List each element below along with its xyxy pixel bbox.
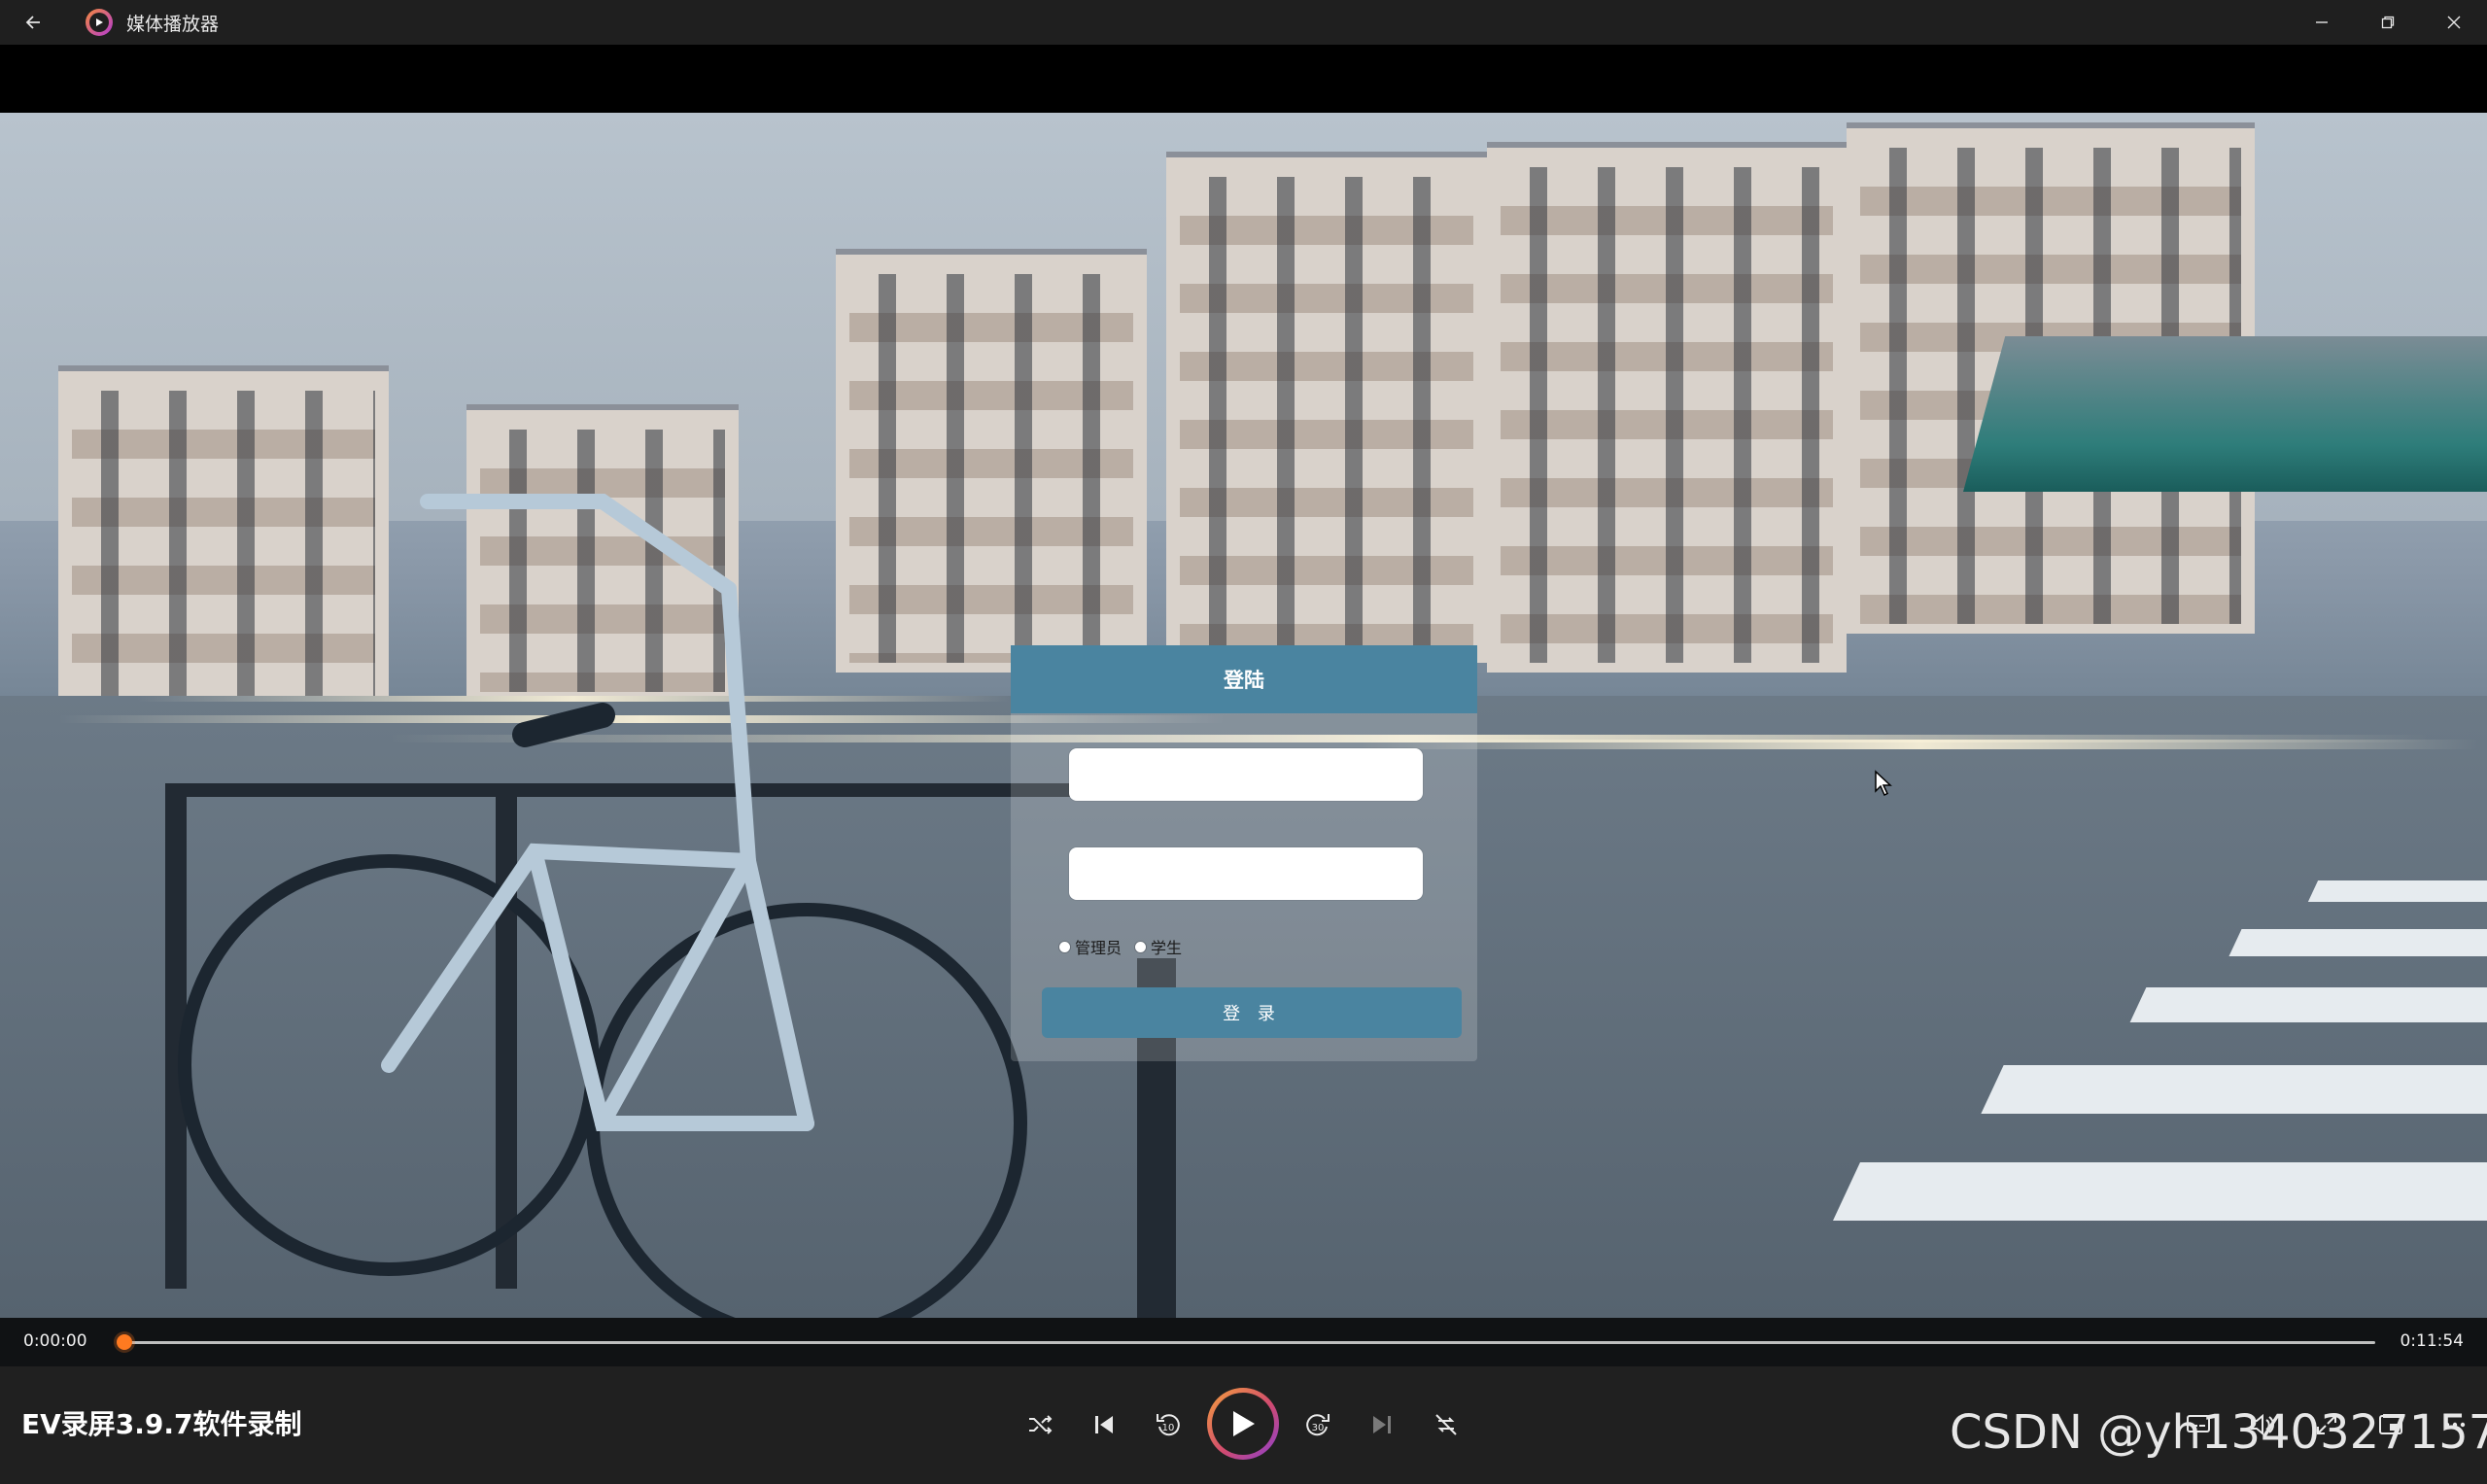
rewind-10-icon: 10 [1157,1414,1180,1436]
crosswalk-stripe [2129,987,2487,1022]
building [1487,142,1847,673]
login-submit-button[interactable]: 登 录 [1042,987,1462,1038]
back-arrow-icon [25,16,40,29]
seek-track[interactable] [124,1341,2375,1344]
play-button[interactable] [1207,1388,1279,1460]
forward-30-icon: 30 [1306,1414,1330,1436]
svg-text:30: 30 [1312,1423,1325,1433]
cafe-awning [1963,336,2487,492]
current-time: 0:00:00 [23,1331,87,1351]
svg-text:10: 10 [1162,1423,1175,1433]
video-frame[interactable]: 登陆 管理员 学生 登 录 [0,113,2487,1318]
letterbox-top [0,45,2487,113]
crosswalk-stripe [2228,929,2487,956]
role-radio-student[interactable]: 学生 [1135,935,1182,958]
restore-icon [2381,16,2395,29]
window-title: 媒体播放器 [126,13,220,35]
next-button[interactable] [1351,1394,1413,1456]
csdn-watermark: CSDN @yh1340327157 [1950,1405,2487,1460]
rewind-10-button[interactable]: 10 [1137,1394,1199,1456]
skip-next-icon [1373,1416,1391,1433]
building [1166,152,1487,663]
shuffle-icon [1029,1415,1053,1434]
role-label-admin: 管理员 [1075,939,1123,957]
crosswalk-stripe [1981,1065,2487,1114]
radio-button[interactable] [1059,941,1070,952]
repeat-off-button[interactable] [1415,1394,1477,1456]
light-streak [1361,740,2478,749]
total-time: 0:11:54 [2400,1331,2464,1351]
play-icon [1233,1411,1255,1436]
role-radio-group: 管理员 学生 [1059,935,1195,958]
repeat-off-icon [1435,1414,1457,1435]
window-controls [2289,0,2487,45]
username-input[interactable] [1069,748,1423,801]
password-input[interactable] [1069,847,1423,900]
mouse-pointer-icon [1875,770,1892,797]
radio-button[interactable] [1135,941,1147,952]
title-bar: 媒体播放器 [0,0,2487,45]
playback-controls: EV录屏3.9.7软件录制 10 30 CSDN @yh1340327157 [0,1366,2487,1484]
close-button[interactable] [2421,0,2487,45]
restore-button[interactable] [2355,0,2421,45]
close-icon [2447,16,2461,29]
back-button[interactable] [0,0,68,45]
minimize-button[interactable] [2289,0,2355,45]
login-panel: 登陆 管理员 学生 登 录 [1011,645,1477,1061]
skip-previous-icon [1095,1416,1113,1433]
media-player-app-icon [86,9,113,36]
previous-button[interactable] [1073,1394,1135,1456]
crosswalk-stripe [2307,880,2487,902]
shuffle-button[interactable] [1009,1394,1071,1456]
seek-bar-row: 0:00:00 0:11:54 [0,1318,2487,1366]
seek-thumb[interactable] [117,1334,132,1350]
role-radio-admin[interactable]: 管理员 [1059,935,1122,958]
crosswalk-stripe [1833,1162,2487,1221]
forward-30-button[interactable]: 30 [1287,1394,1349,1456]
media-title: EV录屏3.9.7软件录制 [21,1408,302,1440]
minimize-icon [2316,21,2328,23]
login-header: 登陆 [1011,645,1477,713]
role-label-student: 学生 [1151,939,1183,957]
